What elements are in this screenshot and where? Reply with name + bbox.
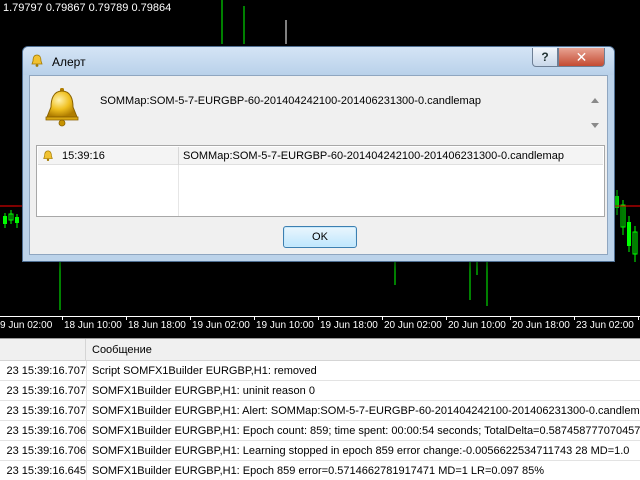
log-time: 23 15:39:16.706	[6, 445, 86, 457]
time-tick-label: 9 Jun 02:00	[0, 320, 53, 331]
alert-row-message: SOMMap:SOM-5-7-EURGBP-60-201404242100-20…	[183, 150, 564, 162]
column-divider	[86, 381, 87, 401]
price-info: 1.79797 0.79867 0.79789 0.79864	[3, 2, 172, 14]
log-message: SOMFX1Builder EURGBP,H1: Epoch count: 85…	[92, 425, 640, 437]
time-tick-mark	[254, 316, 255, 320]
alert-dialog: Алерт ? ✕ SOMMap:SOM-5-7-EURGBP-60-20140…	[22, 46, 615, 262]
time-tick-mark	[62, 316, 63, 320]
bell-icon	[43, 150, 53, 162]
list-item[interactable]: 15:39:16 SOMMap:SOM-5-7-EURGBP-60-201404…	[38, 147, 603, 165]
time-tick-label: 20 Jun 10:00	[448, 320, 506, 331]
time-tick-label: 23 Jun 02:00	[576, 320, 634, 331]
time-tick-mark	[190, 316, 191, 320]
column-divider	[178, 165, 179, 216]
alert-message-area: SOMMap:SOM-5-7-EURGBP-60-201404242100-20…	[30, 76, 607, 140]
dialog-title: Алерт	[52, 55, 86, 69]
log-time: 23 15:39:16.706	[6, 425, 86, 437]
scroll-up-arrow-icon[interactable]	[591, 98, 599, 103]
candle-body	[627, 222, 631, 246]
table-row[interactable]: 23 15:39:16.706 SOMFX1Builder EURGBP,H1: …	[0, 441, 640, 461]
column-divider	[178, 147, 179, 165]
time-tick-label: 18 Jun 18:00	[128, 320, 186, 331]
table-row[interactable]: 23 15:39:16.707 SOMFX1Builder EURGBP,H1: …	[0, 401, 640, 421]
log-message: Script SOMFX1Builder EURGBP,H1: removed	[92, 365, 317, 377]
log-message: SOMFX1Builder EURGBP,H1: uninit reason 0	[92, 385, 315, 397]
log-time: 23 15:39:16.645	[6, 465, 86, 477]
time-tick-label: 19 Jun 10:00	[256, 320, 314, 331]
message-scrollbar[interactable]	[588, 92, 602, 134]
column-divider	[86, 461, 87, 480]
candle-body	[15, 217, 19, 223]
column-header-message[interactable]: Сообщение	[92, 344, 152, 356]
time-tick-label: 19 Jun 18:00	[320, 320, 378, 331]
log-time: 23 15:39:16.707	[6, 385, 86, 397]
table-row[interactable]: 23 15:39:16.706 SOMFX1Builder EURGBP,H1: …	[0, 421, 640, 441]
log-message: SOMFX1Builder EURGBP,H1: Alert: SOMMap:S…	[92, 405, 640, 417]
close-button[interactable]: ✕	[558, 48, 605, 67]
column-header-time[interactable]	[0, 339, 86, 361]
time-tick-mark	[382, 316, 383, 320]
time-tick-mark	[446, 316, 447, 320]
table-row[interactable]: 23 15:39:16.645 SOMFX1Builder EURGBP,H1: …	[0, 461, 640, 480]
alert-time: 15:39:16	[62, 150, 105, 162]
time-tick-mark	[318, 316, 319, 320]
scroll-down-arrow-icon[interactable]	[591, 123, 599, 128]
time-tick-mark	[510, 316, 511, 320]
dialog-body: SOMMap:SOM-5-7-EURGBP-60-201404242100-20…	[29, 75, 608, 255]
alert-history-list[interactable]: 15:39:16 SOMMap:SOM-5-7-EURGBP-60-201404…	[36, 145, 605, 217]
time-tick-label: 20 Jun 02:00	[384, 320, 442, 331]
ok-button[interactable]: OK	[283, 226, 357, 248]
log-time: 23 15:39:16.707	[6, 365, 86, 377]
time-tick-mark	[574, 316, 575, 320]
time-axis: 9 Jun 02:00 18 Jun 10:00 18 Jun 18:00 19 Ju…	[0, 316, 640, 338]
journal-panel: Сообщение 23 15:39:16.707 Script SOMFX1Bu…	[0, 338, 640, 480]
time-tick-mark	[126, 316, 127, 320]
log-message: SOMFX1Builder EURGBP,H1: Learning stoppe…	[92, 445, 630, 457]
bell-icon	[31, 54, 43, 67]
time-tick-label: 19 Jun 02:00	[192, 320, 250, 331]
terminal-window: 1.79797 0.79867 0.79789 0.79864 9 Jun 02…	[0, 0, 640, 480]
help-button[interactable]: ?	[532, 48, 558, 67]
dialog-titlebar[interactable]: Алерт ? ✕	[23, 47, 614, 75]
alert-message: SOMMap:SOM-5-7-EURGBP-60-201404242100-20…	[100, 95, 481, 107]
time-tick-label: 18 Jun 10:00	[64, 320, 122, 331]
column-divider	[86, 421, 87, 441]
log-time: 23 15:39:16.707	[6, 405, 86, 417]
candle-body	[3, 216, 7, 224]
journal-header: Сообщение	[0, 339, 640, 361]
time-tick-mark	[638, 316, 639, 320]
column-divider	[86, 441, 87, 461]
bell-icon	[45, 88, 79, 127]
table-row[interactable]: 23 15:39:16.707 Script SOMFX1Builder EURG…	[0, 361, 640, 381]
table-row[interactable]: 23 15:39:16.707 SOMFX1Builder EURGBP,H1: …	[0, 381, 640, 401]
time-tick-label: 20 Jun 18:00	[512, 320, 570, 331]
column-divider	[86, 401, 87, 421]
column-divider	[86, 361, 87, 381]
log-message: SOMFX1Builder EURGBP,H1: Epoch 859 error…	[92, 465, 544, 477]
